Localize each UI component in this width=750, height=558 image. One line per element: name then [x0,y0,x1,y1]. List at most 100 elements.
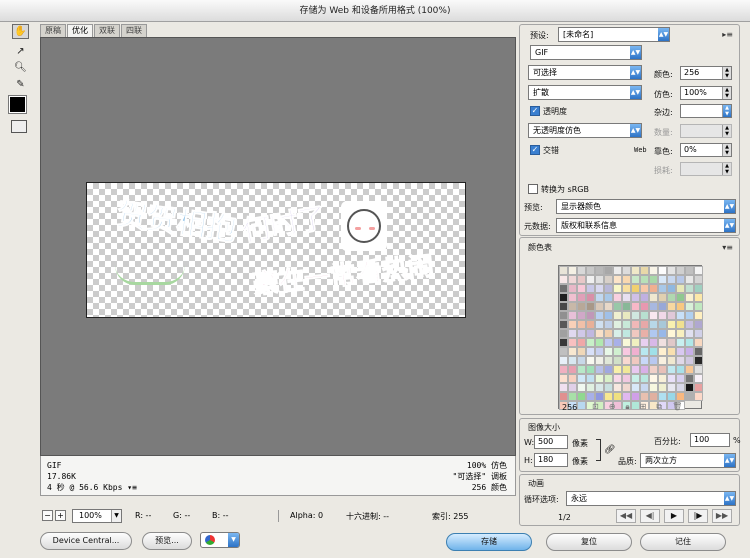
color-swatch[interactable] [631,320,640,329]
color-swatch[interactable] [622,275,631,284]
color-swatch[interactable] [568,293,577,302]
next-frame-button[interactable]: |▶ [688,509,708,523]
websnap-input[interactable]: 0% ▲ ▼ [680,143,732,157]
color-swatch[interactable] [667,365,676,374]
color-swatch[interactable] [613,320,622,329]
color-swatch[interactable] [649,329,658,338]
color-swatch[interactable] [586,329,595,338]
color-swatch[interactable] [595,275,604,284]
color-swatch[interactable] [568,266,577,275]
color-swatch[interactable] [577,320,586,329]
color-swatch[interactable] [613,293,622,302]
hand-tool-icon[interactable]: ✋ [12,24,29,39]
format-select[interactable]: GIF ▲▼ [530,45,642,60]
color-swatch[interactable] [649,311,658,320]
tab-optimized[interactable]: 优化 [67,24,93,37]
color-swatch[interactable] [622,302,631,311]
color-swatch[interactable] [667,293,676,302]
color-swatch[interactable] [595,329,604,338]
first-frame-button[interactable]: ◀◀ [616,509,636,523]
color-swatch[interactable] [559,284,568,293]
color-reduction-select[interactable]: 可选择 ▲▼ [528,65,642,80]
color-swatch[interactable] [577,374,586,383]
color-swatch[interactable] [685,320,694,329]
color-table-menu-icon[interactable]: ▾≡ [722,243,733,252]
color-swatch[interactable] [568,365,577,374]
color-swatch[interactable] [631,275,640,284]
color-swatch[interactable] [568,374,577,383]
color-swatch[interactable] [685,329,694,338]
color-swatch[interactable] [676,284,685,293]
color-swatch[interactable] [568,284,577,293]
lock-color-icon[interactable]: 🔒︎ [625,402,629,412]
color-swatch[interactable] [685,383,694,392]
color-swatch[interactable] [694,293,703,302]
color-swatch[interactable] [640,275,649,284]
color-swatch[interactable] [649,338,658,347]
color-swatch[interactable] [586,275,595,284]
color-swatch[interactable] [676,365,685,374]
color-swatch[interactable] [658,329,667,338]
color-swatch[interactable] [559,356,568,365]
color-swatch[interactable] [631,284,640,293]
color-swatch[interactable] [622,338,631,347]
color-swatch[interactable] [577,284,586,293]
color-swatch[interactable] [559,383,568,392]
color-swatch[interactable] [604,347,613,356]
color-swatch[interactable] [658,383,667,392]
color-swatch[interactable] [595,374,604,383]
add-color-icon[interactable]: ⊞ [640,402,647,412]
color-swatch[interactable] [649,302,658,311]
color-swatch[interactable] [658,311,667,320]
color-swatch[interactable] [559,347,568,356]
color-swatch[interactable] [568,320,577,329]
color-swatch[interactable] [559,338,568,347]
color-swatch[interactable] [649,383,658,392]
color-swatch[interactable] [613,374,622,383]
color-swatch[interactable] [694,302,703,311]
loop-select[interactable]: 永远 ▲▼ [566,491,736,506]
color-swatch[interactable] [604,374,613,383]
color-swatch[interactable] [604,293,613,302]
color-swatch[interactable] [586,302,595,311]
color-swatch[interactable] [685,266,694,275]
color-swatch[interactable] [676,329,685,338]
color-swatch[interactable] [649,284,658,293]
color-swatch[interactable] [586,392,595,401]
quality-select[interactable]: 两次立方 ▲▼ [640,453,736,468]
zoom-in-button[interactable]: + [55,510,66,521]
color-swatch[interactable] [649,365,658,374]
color-swatch[interactable] [658,275,667,284]
color-swatch[interactable] [604,356,613,365]
color-swatch[interactable] [685,284,694,293]
color-swatch[interactable] [586,266,595,275]
colors-input[interactable]: 256 ▲ ▼ [680,66,732,80]
color-swatch[interactable] [685,311,694,320]
color-swatch[interactable] [649,266,658,275]
color-swatch[interactable] [640,347,649,356]
color-swatch[interactable] [667,338,676,347]
color-swatch[interactable] [631,356,640,365]
color-swatch[interactable] [622,320,631,329]
color-swatch[interactable] [676,302,685,311]
color-swatch[interactable] [577,356,586,365]
color-swatch[interactable] [613,266,622,275]
color-swatch[interactable] [640,374,649,383]
color-swatch[interactable] [622,383,631,392]
color-swatch[interactable] [640,266,649,275]
color-swatch[interactable] [577,311,586,320]
color-swatch[interactable] [667,302,676,311]
color-swatch[interactable] [685,374,694,383]
web-shift-icon[interactable]: ⊕ [609,402,616,412]
color-swatch[interactable] [676,293,685,302]
color-swatch[interactable] [640,338,649,347]
color-swatch[interactable] [622,266,631,275]
interlaced-checkbox[interactable]: ✓ [530,145,540,155]
color-swatch[interactable] [577,302,586,311]
color-swatch[interactable] [604,311,613,320]
color-swatch[interactable] [622,392,631,401]
color-swatch[interactable] [631,293,640,302]
color-swatch[interactable] [631,374,640,383]
transparency-checkbox[interactable]: ✓ [530,106,540,116]
delete-color-icon[interactable]: 🗑︎ [672,402,682,412]
